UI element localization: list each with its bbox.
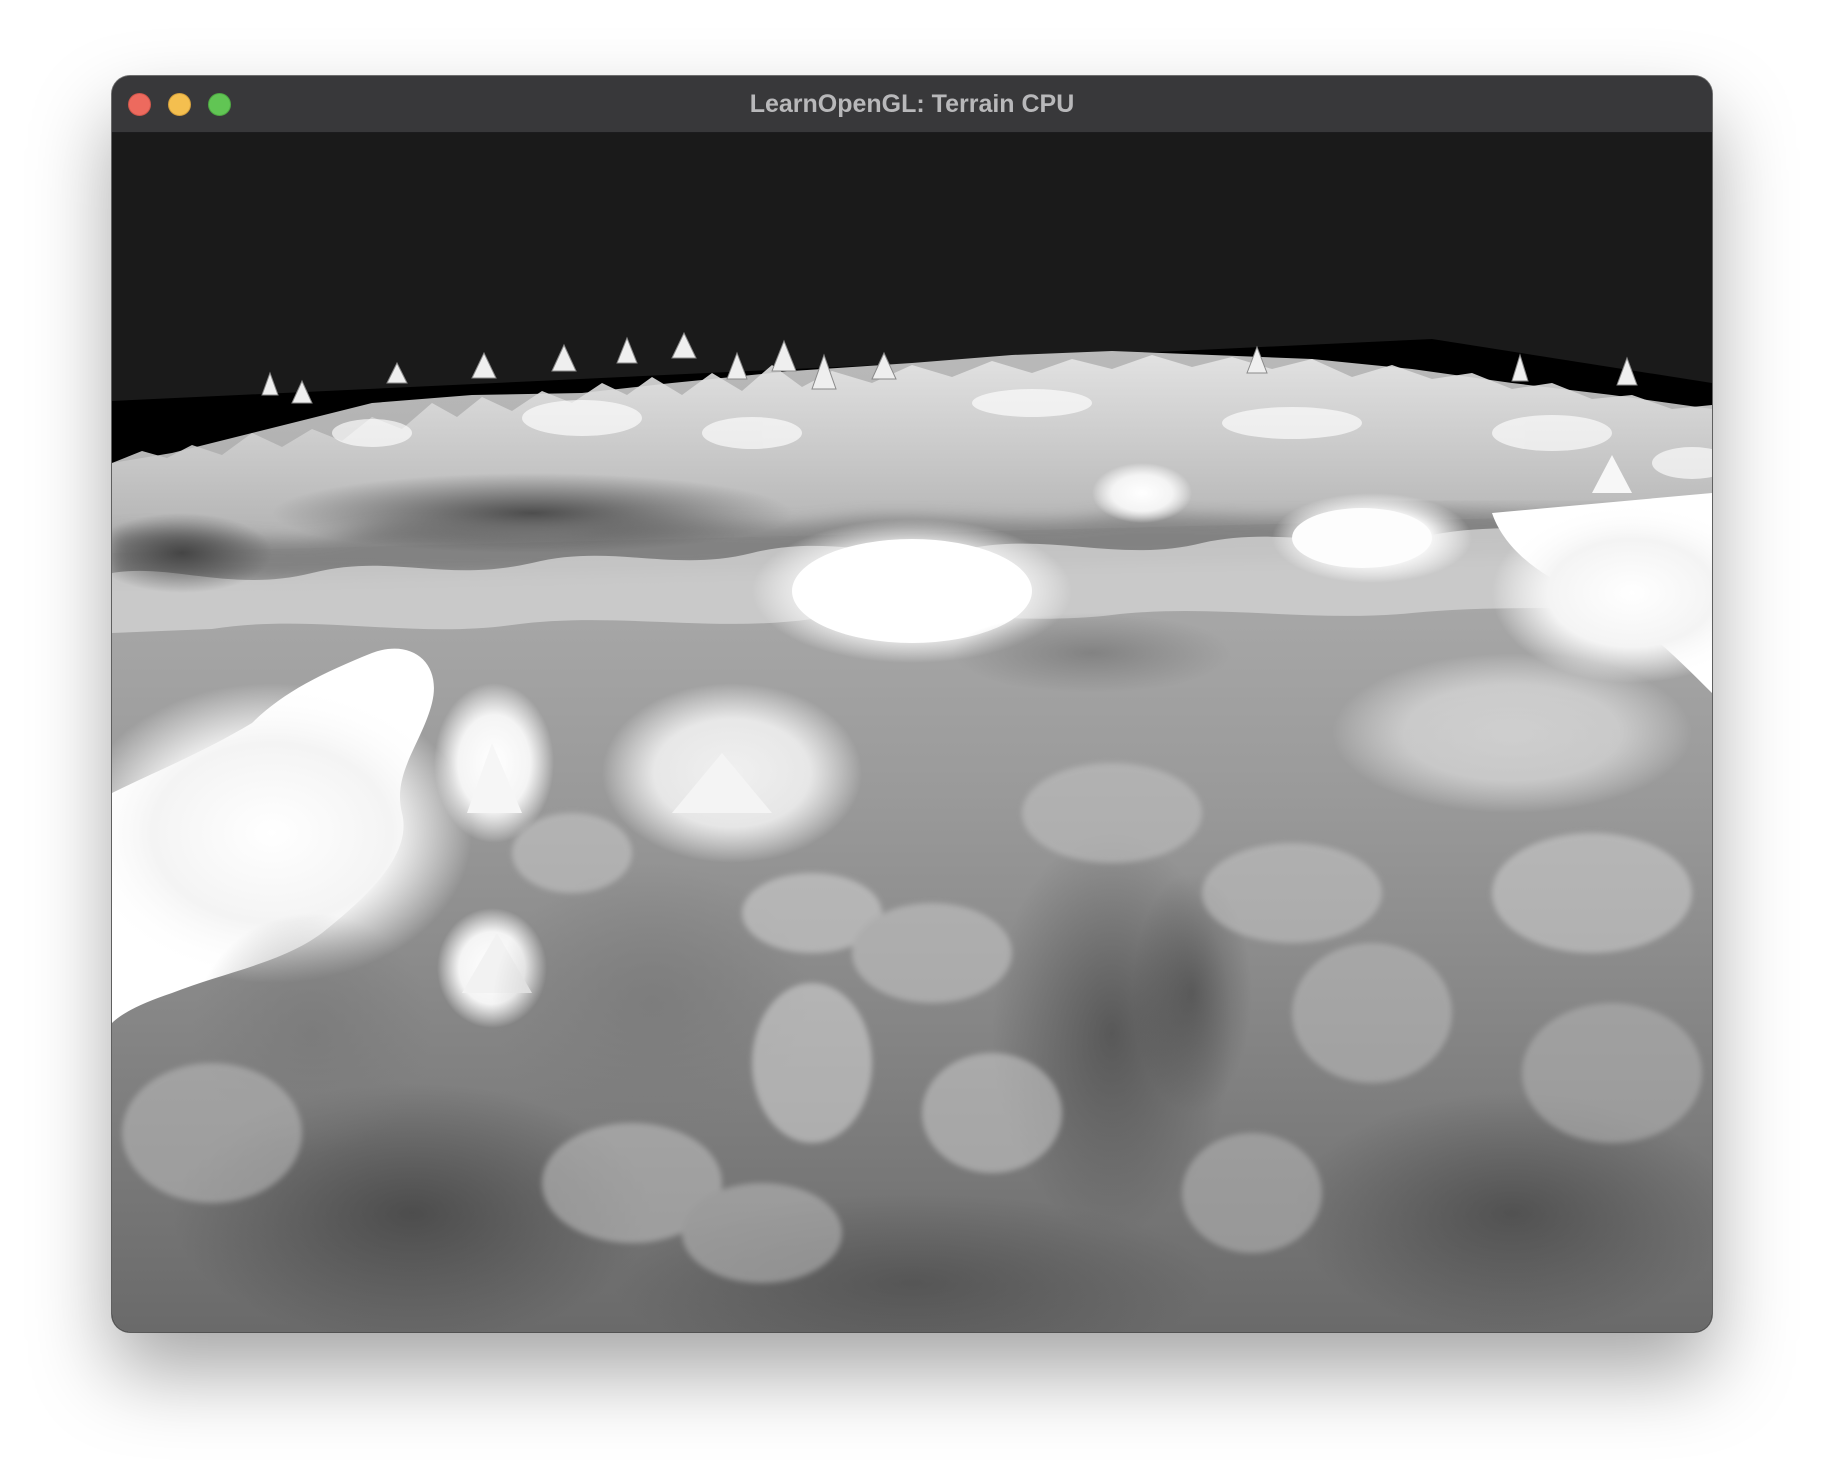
title-bar[interactable]: LearnOpenGL: Terrain CPU bbox=[112, 76, 1712, 133]
app-window: LearnOpenGL: Terrain CPU bbox=[112, 76, 1712, 1332]
window-title: LearnOpenGL: Terrain CPU bbox=[749, 90, 1075, 118]
desktop: LearnOpenGL: Terrain CPU bbox=[0, 0, 1824, 1480]
terrain-render bbox=[112, 331, 1712, 1332]
opengl-viewport[interactable] bbox=[112, 133, 1712, 1332]
